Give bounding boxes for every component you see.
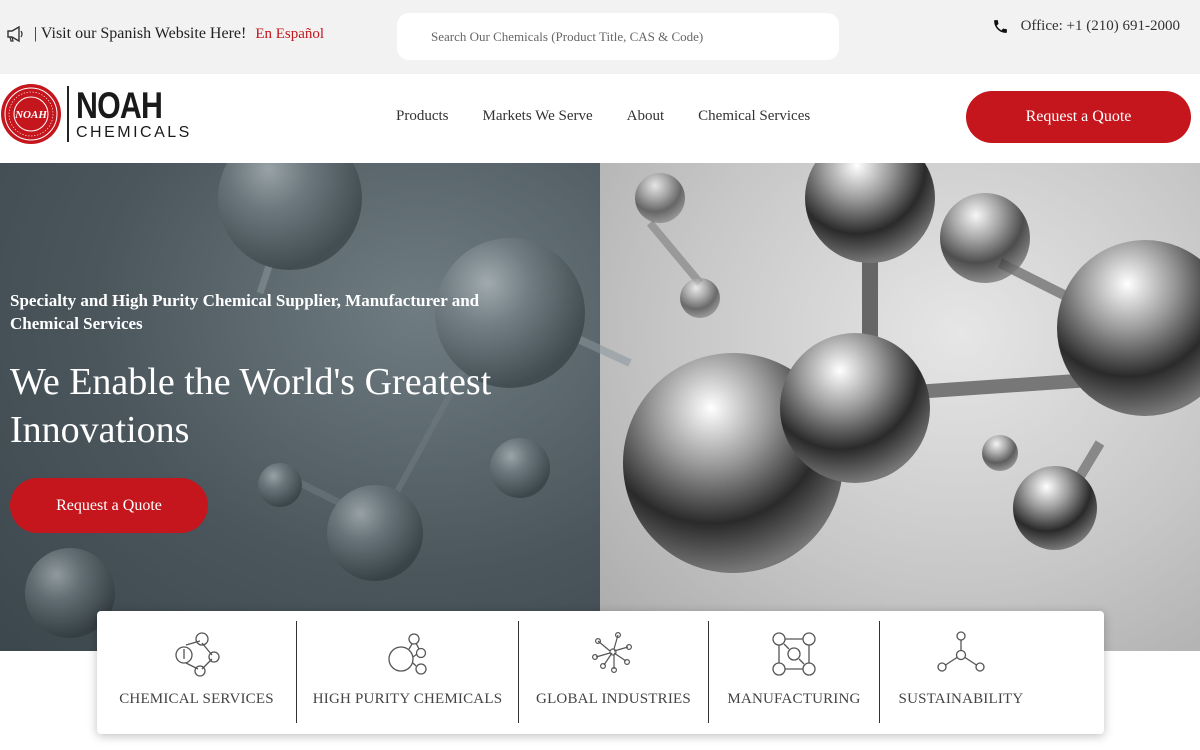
services-bar: CHEMICAL SERVICES HIGH PURITY CHEMICALS: [97, 611, 1104, 734]
nav-item-products[interactable]: Products: [396, 108, 449, 125]
service-sustainability[interactable]: SUSTAINABILITY: [880, 611, 1042, 734]
hero-subtitle: Specialty and High Purity Chemical Suppl…: [10, 291, 480, 333]
spanish-announcement: | Visit our Spanish Website Here! En Esp…: [6, 25, 324, 43]
service-global-industries[interactable]: GLOBAL INDUSTRIES: [519, 611, 708, 734]
spanish-site-link[interactable]: En Español: [255, 26, 324, 43]
hero-banner: Specialty and High Purity Chemical Suppl…: [0, 163, 1200, 651]
company-logo[interactable]: NOAH NOAH CHEMICALS: [0, 83, 192, 145]
molecule-grid-icon: [772, 632, 816, 676]
service-high-purity-chemicals[interactable]: HIGH PURITY CHEMICALS: [297, 611, 518, 734]
announcement-text: | Visit our Spanish Website Here!: [34, 25, 247, 42]
main-header: NOAH NOAH CHEMICALS Products Markets We …: [0, 74, 1200, 163]
search-input[interactable]: [397, 13, 839, 60]
main-nav: Products Markets We Serve About Chemical…: [396, 108, 810, 125]
nav-item-about[interactable]: About: [627, 108, 665, 125]
seal-icon: NOAH: [1, 84, 61, 144]
logo-subname: CHEMICALS: [76, 124, 192, 141]
service-label: MANUFACTURING: [727, 691, 861, 707]
service-manufacturing[interactable]: MANUFACTURING: [709, 611, 879, 734]
logo-text: NOAH CHEMICALS: [76, 87, 192, 141]
nav-item-markets[interactable]: Markets We Serve: [483, 108, 593, 125]
service-label: SUSTAINABILITY: [898, 691, 1024, 707]
logo-divider: [67, 86, 69, 142]
molecule-network-icon: [591, 631, 632, 673]
request-quote-button[interactable]: Request a Quote: [966, 91, 1191, 143]
service-label: CHEMICAL SERVICES: [119, 691, 274, 707]
megaphone-icon: [7, 25, 23, 43]
service-label: HIGH PURITY CHEMICALS: [312, 691, 503, 707]
service-chemical-services[interactable]: CHEMICAL SERVICES: [97, 611, 296, 734]
office-phone-text: Office: +1 (210) 691-2000: [1020, 18, 1180, 34]
hero-request-quote-button[interactable]: Request a Quote: [10, 478, 208, 533]
search-box: [397, 13, 839, 60]
nav-item-chemical-services[interactable]: Chemical Services: [698, 108, 810, 125]
phone-icon: [993, 20, 1007, 33]
molecule-ring-icon: [174, 632, 220, 677]
top-bar: | Visit our Spanish Website Here! En Esp…: [0, 0, 1200, 74]
molecule-tripod-icon: [937, 631, 985, 672]
logo-name: NOAH: [76, 85, 163, 126]
office-phone[interactable]: Office: +1 (210) 691-2000: [992, 18, 1180, 35]
molecule-cluster-icon: [387, 633, 427, 675]
service-label: GLOBAL INDUSTRIES: [536, 691, 691, 707]
seal-text: NOAH: [14, 109, 47, 121]
hero-title: We Enable the World's Greatest Innovatio…: [10, 361, 492, 451]
